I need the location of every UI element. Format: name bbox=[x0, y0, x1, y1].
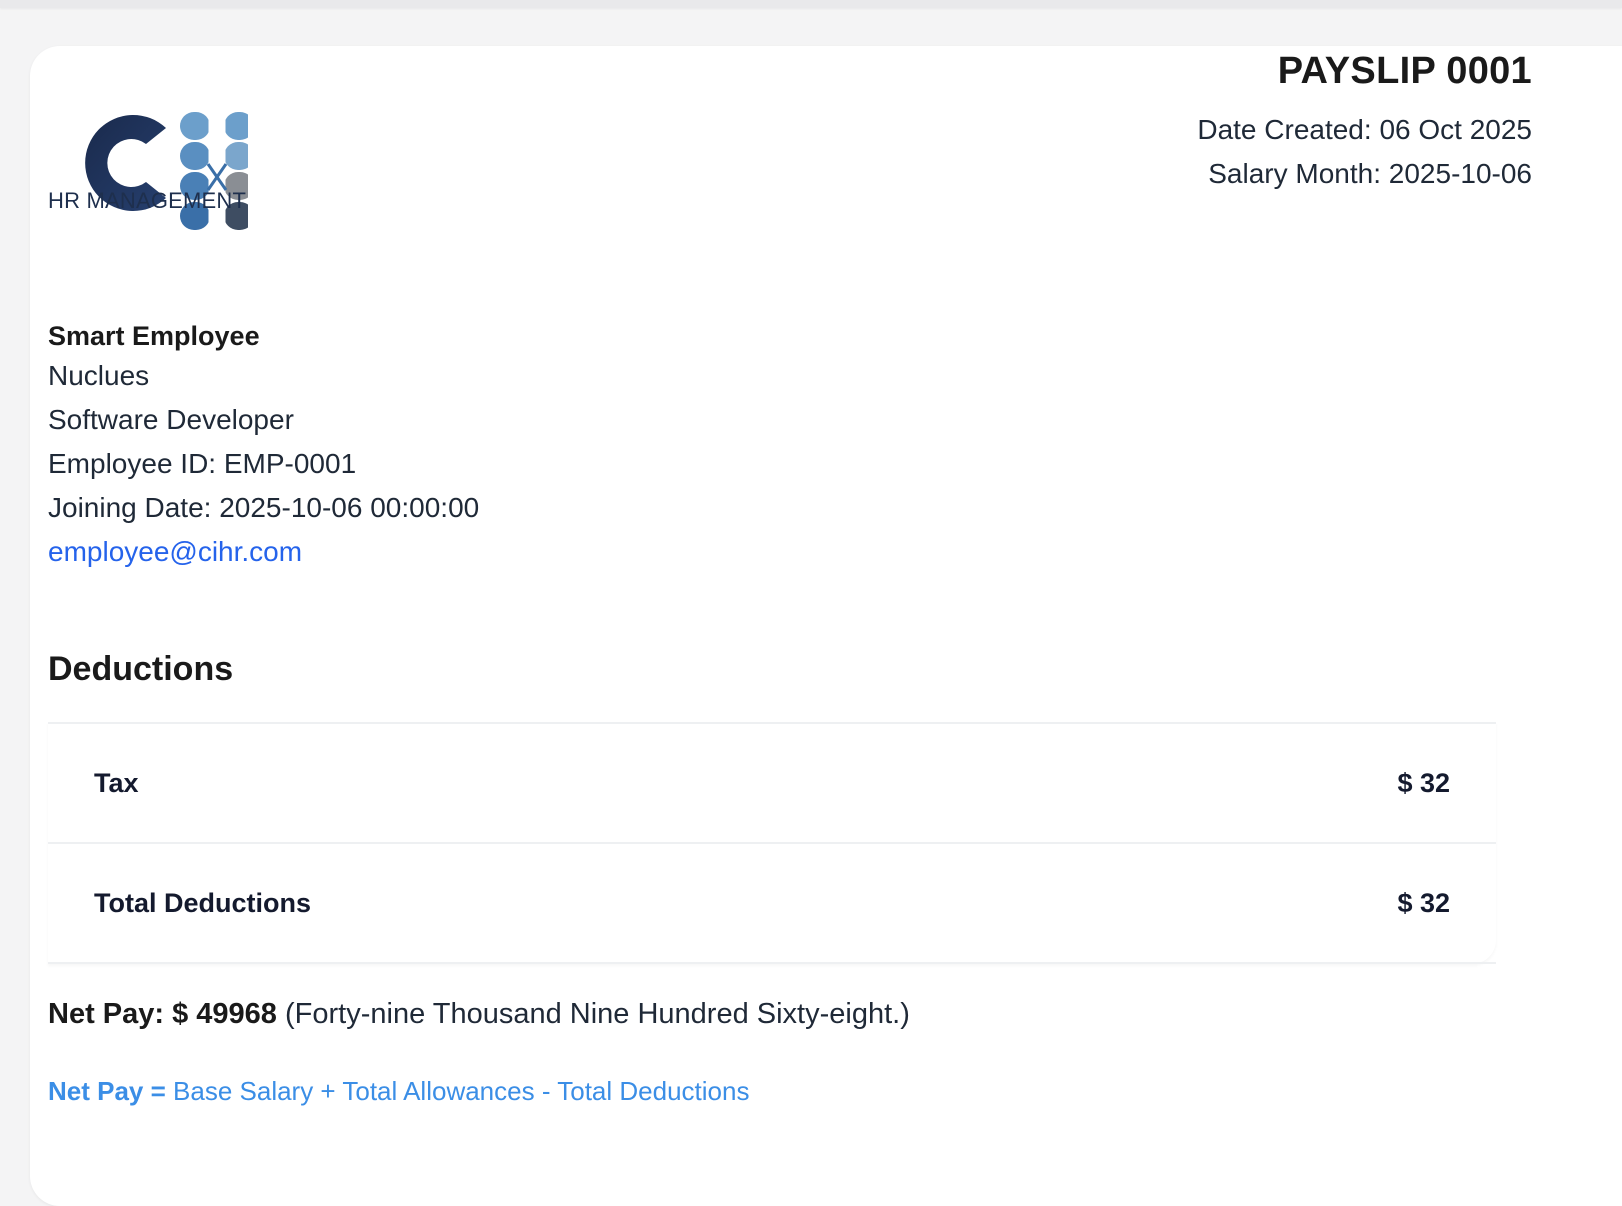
net-pay-words: (Forty-nine Thousand Nine Hundred Sixty-… bbox=[285, 998, 910, 1030]
employee-id: Employee ID: EMP-0001 bbox=[48, 448, 357, 479]
deduction-value: $ 32 bbox=[1397, 767, 1450, 798]
salary-month: Salary Month: 2025-10-06 bbox=[1208, 158, 1532, 189]
payslip-header: PAYSLIP 0001 Date Created: 06 Oct 2025 S… bbox=[1197, 48, 1532, 196]
employee-name: Smart Employee bbox=[48, 321, 260, 351]
deduction-row-tax: Tax $ 32 bbox=[48, 724, 1496, 844]
deduction-row-total: Total Deductions $ 32 bbox=[48, 844, 1496, 964]
formula-expression: Base Salary + Total Allowances - Total D… bbox=[173, 1076, 750, 1106]
employee-company: Nuclues bbox=[48, 360, 150, 391]
formula-label: Net Pay = bbox=[48, 1076, 166, 1106]
net-pay: Net Pay: $ 49968 (Forty-nine Thousand Ni… bbox=[48, 998, 910, 1031]
payslip-title: PAYSLIP 0001 bbox=[1277, 50, 1532, 92]
employee-email-link[interactable]: employee@cihr.com bbox=[48, 530, 302, 574]
employee-joining-date: Joining Date: 2025-10-06 00:00:00 bbox=[48, 492, 480, 523]
deduction-label: Total Deductions bbox=[94, 887, 312, 918]
net-pay-formula: Net Pay = Base Salary + Total Allowances… bbox=[48, 1076, 749, 1107]
top-bar bbox=[0, 0, 1622, 8]
net-pay-amount: Net Pay: $ 49968 bbox=[48, 998, 277, 1030]
deduction-label: Tax bbox=[94, 767, 139, 798]
deductions-title: Deductions bbox=[48, 650, 234, 688]
deduction-value: $ 32 bbox=[1397, 887, 1450, 918]
logo-text: HR MANAGEMENT bbox=[48, 188, 247, 213]
employee-position: Software Developer bbox=[48, 404, 294, 435]
employee-info: Smart Employee Nuclues Software Develope… bbox=[48, 318, 479, 574]
deductions-table: Tax $ 32 Total Deductions $ 32 bbox=[48, 722, 1496, 964]
payslip-card bbox=[30, 46, 1622, 1206]
date-created: Date Created: 06 Oct 2025 bbox=[1197, 114, 1532, 145]
